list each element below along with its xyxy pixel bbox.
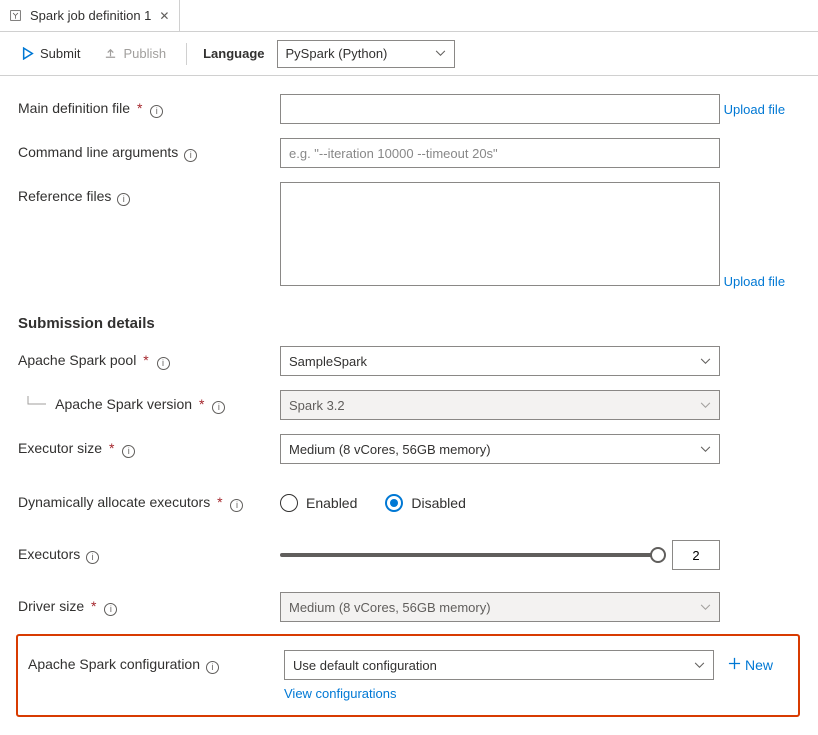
info-icon[interactable]: i (157, 357, 170, 370)
required-marker: * (217, 494, 222, 510)
required-marker: * (91, 598, 96, 614)
row-cli-arguments: Command line arguments i (18, 138, 800, 168)
toolbar: Submit Publish Language PySpark (Python) (0, 32, 818, 76)
tree-branch-icon (18, 396, 52, 415)
spark-pool-select[interactable]: SampleSpark (280, 346, 720, 376)
chevron-down-icon (694, 662, 705, 669)
required-marker: * (143, 352, 148, 368)
row-executors: Executors i (18, 540, 800, 570)
tab-title: Spark job definition 1 (30, 8, 151, 23)
label-spark-configuration: Apache Spark configuration i (28, 650, 284, 674)
driver-size-value: Medium (8 vCores, 56GB memory) (289, 600, 491, 615)
executor-size-select[interactable]: Medium (8 vCores, 56GB memory) (280, 434, 720, 464)
cli-arguments-input[interactable] (280, 138, 720, 168)
row-executor-size: Executor size * i Medium (8 vCores, 56GB… (18, 434, 800, 464)
tab-bar: Spark job definition 1 ✕ (0, 0, 818, 32)
row-spark-configuration: Apache Spark configuration i Use default… (28, 650, 788, 701)
new-label: New (745, 657, 773, 673)
play-icon (22, 47, 34, 60)
tab-spark-job-definition[interactable]: Spark job definition 1 ✕ (0, 0, 180, 31)
reference-files-textarea[interactable] (280, 182, 720, 286)
row-spark-pool: Apache Spark pool * i SampleSpark (18, 346, 800, 376)
row-spark-version: Apache Spark version * i Spark 3.2 (18, 390, 800, 420)
upload-icon (104, 47, 117, 60)
info-icon[interactable]: i (122, 445, 135, 458)
required-marker: * (137, 100, 142, 116)
dynamic-executors-radio-group: Enabled Disabled (280, 488, 800, 518)
chevron-down-icon (435, 50, 446, 57)
view-configurations-link[interactable]: View configurations (284, 686, 397, 701)
slider-handle[interactable] (650, 547, 666, 563)
spark-pool-value: SampleSpark (289, 354, 367, 369)
publish-button[interactable]: Publish (94, 42, 176, 65)
label-executors: Executors i (18, 540, 280, 564)
label-cli-arguments: Command line arguments i (18, 138, 280, 162)
radio-enabled-label: Enabled (306, 495, 357, 511)
radio-disabled[interactable]: Disabled (385, 494, 465, 512)
upload-file-link[interactable]: Upload file (724, 102, 785, 117)
document-icon (8, 9, 22, 23)
executors-slider[interactable] (280, 553, 658, 557)
chevron-down-icon (700, 604, 711, 611)
label-main-definition-file: Main definition file * i (18, 94, 280, 118)
spark-configuration-value: Use default configuration (293, 658, 437, 673)
radio-dot (280, 494, 298, 512)
new-configuration-button[interactable]: New (726, 653, 775, 677)
chevron-down-icon (700, 446, 711, 453)
section-submission-details: Submission details (18, 315, 800, 332)
apache-spark-configuration-highlight: Apache Spark configuration i Use default… (16, 634, 800, 717)
row-reference-files: Reference files i Upload file (18, 182, 800, 289)
form-body: Main definition file * i Upload file Com… (0, 76, 818, 735)
chevron-down-icon (700, 402, 711, 409)
label-spark-pool: Apache Spark pool * i (18, 346, 280, 370)
submit-button[interactable]: Submit (12, 42, 90, 65)
chevron-down-icon (700, 358, 711, 365)
upload-file-link[interactable]: Upload file (724, 274, 785, 289)
spark-version-select: Spark 3.2 (280, 390, 720, 420)
executors-input[interactable] (672, 540, 720, 570)
language-select[interactable]: PySpark (Python) (277, 40, 455, 68)
row-driver-size: Driver size * i Medium (8 vCores, 56GB m… (18, 592, 800, 622)
required-marker: * (109, 440, 114, 456)
label-driver-size: Driver size * i (18, 592, 280, 616)
main-definition-file-input[interactable] (280, 94, 720, 124)
executor-size-value: Medium (8 vCores, 56GB memory) (289, 442, 491, 457)
info-icon[interactable]: i (230, 499, 243, 512)
radio-disabled-label: Disabled (411, 495, 465, 511)
submit-label: Submit (40, 46, 80, 61)
info-icon[interactable]: i (184, 149, 197, 162)
label-spark-version: Apache Spark version * i (18, 390, 280, 415)
label-reference-files: Reference files i (18, 182, 280, 206)
label-dynamic-executors: Dynamically allocate executors * i (18, 488, 280, 512)
radio-enabled[interactable]: Enabled (280, 494, 357, 512)
info-icon[interactable]: i (150, 105, 163, 118)
close-icon[interactable]: ✕ (159, 10, 169, 22)
spark-version-value: Spark 3.2 (289, 398, 345, 413)
info-icon[interactable]: i (206, 661, 219, 674)
language-value: PySpark (Python) (286, 46, 388, 61)
row-main-definition-file: Main definition file * i Upload file (18, 94, 800, 124)
info-icon[interactable]: i (104, 603, 117, 616)
language-label: Language (203, 46, 264, 61)
driver-size-select: Medium (8 vCores, 56GB memory) (280, 592, 720, 622)
required-marker: * (199, 396, 204, 412)
info-icon[interactable]: i (86, 551, 99, 564)
plus-icon (728, 657, 741, 673)
radio-dot (385, 494, 403, 512)
info-icon[interactable]: i (212, 401, 225, 414)
info-icon[interactable]: i (117, 193, 130, 206)
publish-label: Publish (123, 46, 166, 61)
label-executor-size: Executor size * i (18, 434, 280, 458)
row-dynamic-executors: Dynamically allocate executors * i Enabl… (18, 488, 800, 518)
spark-configuration-select[interactable]: Use default configuration (284, 650, 714, 680)
toolbar-separator (186, 43, 187, 65)
